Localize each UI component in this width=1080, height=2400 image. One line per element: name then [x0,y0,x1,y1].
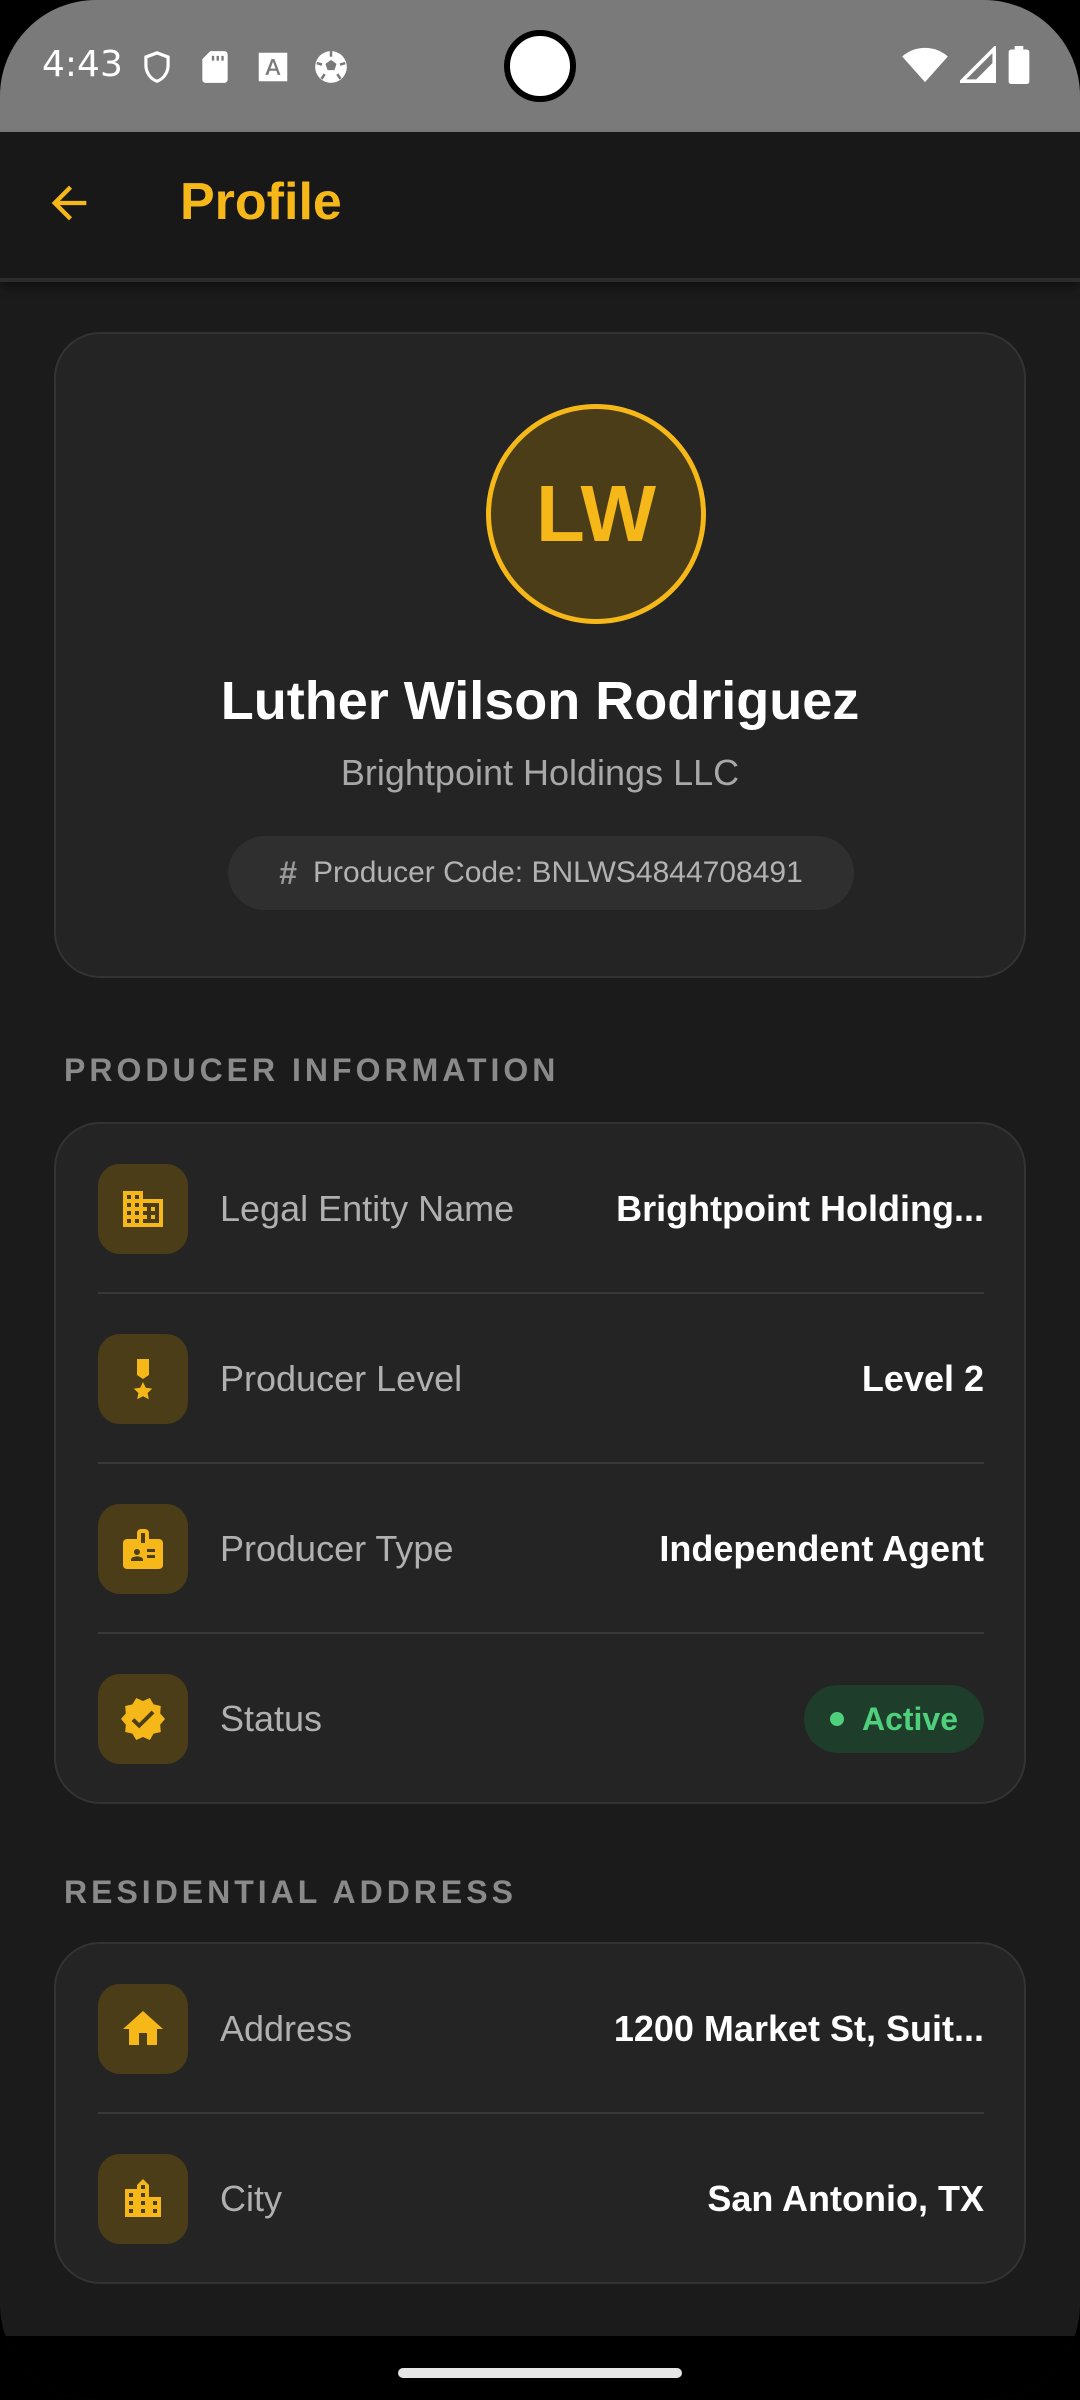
row-label: City [220,2178,282,2219]
row-value: Level 2 [861,1358,984,1399]
row-label: Status [220,1698,323,1739]
status-time: 4:43 [42,44,123,85]
row-city: City San Antonio, TX [98,2114,984,2284]
status-icons-left [138,48,350,86]
back-button[interactable] [36,170,102,236]
battery-icon [1008,46,1030,84]
home-indicator[interactable] [398,2368,682,2378]
row-value: San Antonio, TX [707,2178,984,2219]
row-producer-type: Producer Type Independent Agent [98,1464,984,1634]
status-bar: 4:43 [0,0,1080,132]
hash-icon: # [279,854,298,891]
home-icon [98,1984,188,2074]
camera-cutout [504,30,576,102]
row-label: Address [220,2008,353,2049]
signal-icon [960,46,996,83]
producer-code-chip: # Producer Code: BNLWS4844708491 [228,836,854,910]
status-badge: Active [803,1685,984,1753]
status-text: Active [861,1700,958,1737]
row-status: Status Active [98,1634,984,1804]
status-icons-right [902,46,1030,84]
navigation-bar [0,2336,1080,2400]
row-value: 1200 Market St, Suit... [613,2008,984,2049]
building-icon [98,1164,188,1254]
row-producer-level: Producer Level Level 2 [98,1294,984,1464]
page-title: Profile [180,173,342,231]
row-label: Producer Type [220,1528,454,1569]
font-icon [258,52,288,82]
residential-address-card: Address 1200 Market St, Suit... City San… [54,1942,1026,2284]
shield-icon [144,51,170,83]
section-title-residential-address: RESIDENTIAL ADDRESS [64,1874,517,1910]
row-label: Producer Level [220,1358,463,1399]
producer-code-text: Producer Code: BNLWS4844708491 [313,856,803,889]
verified-icon [98,1674,188,1764]
profile-company: Brightpoint Holdings LLC [340,752,740,793]
section-title-producer-info: PRODUCER INFORMATION [64,1052,560,1088]
arrow-back-icon [51,185,87,221]
row-label: Legal Entity Name [220,1188,515,1229]
profile-name: Luther Wilson Rodriguez [220,671,860,731]
city-icon [98,2154,188,2244]
row-value: Independent Agent [659,1528,984,1569]
soccer-ball-icon [315,51,347,83]
avatar: LW [486,404,706,624]
medal-icon [98,1334,188,1424]
badge-icon [98,1504,188,1594]
row-address: Address 1200 Market St, Suit... [98,1944,984,2114]
sd-card-icon [202,51,228,83]
status-dot [829,1712,844,1726]
row-legal-entity-name: Legal Entity Name Brightpoint Holding... [98,1124,984,1294]
profile-card: LW Luther Wilson Rodriguez Brightpoint H… [54,332,1026,978]
row-value: Brightpoint Holding... [616,1188,984,1229]
producer-info-card: Legal Entity Name Brightpoint Holding...… [54,1122,1026,1804]
screen: 4:43 Profile LW Luther Wilson Rodriguez … [0,0,1080,2400]
wifi-icon [902,47,948,83]
app-bar: Profile [0,132,1080,282]
